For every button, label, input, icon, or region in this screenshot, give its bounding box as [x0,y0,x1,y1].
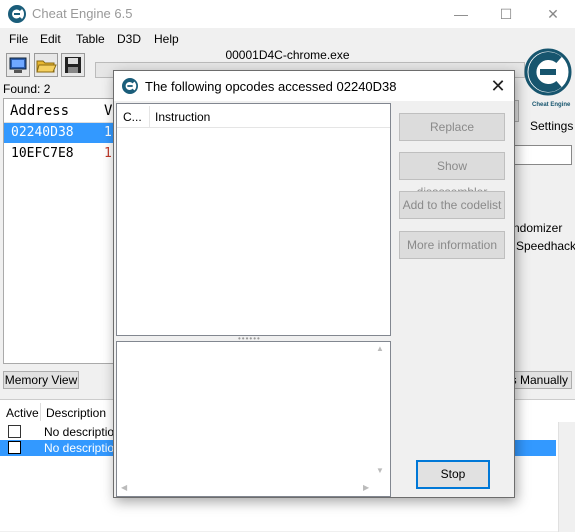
row-description: No description [44,425,121,439]
row-address: 02240D38 [11,125,74,140]
floppy-disk-icon [65,57,81,73]
menu-edit[interactable]: Edit [40,32,61,46]
instruction-info-memo[interactable]: ▲ ▼ ◀ ▶ [116,341,391,497]
active-checkbox[interactable] [8,425,21,438]
scan-value-input[interactable] [514,145,572,165]
table-row[interactable]: 10EFC7E8 1 [4,144,122,164]
show-disassembler-button[interactable]: Show disassembler [399,152,505,199]
splitter-handle[interactable]: •••••• [238,335,268,343]
instruction-column-header[interactable]: Instruction [155,110,210,124]
cheat-engine-big-logo-icon[interactable] [524,48,572,96]
select-process-button[interactable] [6,53,30,77]
vertical-scrollbar[interactable] [558,422,575,532]
menu-file[interactable]: File [9,32,28,46]
add-to-codelist-button[interactable]: Add to the codelist [399,191,505,219]
dialog-titlebar: The following opcodes accessed 02240D38 … [114,71,514,101]
active-checkbox[interactable] [8,441,21,454]
randomizer-label[interactable]: ndomizer [513,221,562,235]
minimize-button[interactable]: — [446,4,476,24]
count-column-header[interactable]: C... [123,110,142,124]
dialog-close-button[interactable]: ✕ [486,75,510,97]
process-name: 00001D4C-chrome.exe [225,48,350,62]
stop-button[interactable]: Stop [416,460,490,489]
scroll-down-icon[interactable]: ▼ [376,466,384,475]
column-divider [149,106,150,128]
main-titlebar: Cheat Engine 6.5 — ☐ ✕ [0,0,575,28]
found-address-list[interactable]: Address V 02240D38 1 10EFC7E8 1 [3,98,123,364]
opcode-list[interactable]: C... Instruction [116,103,391,336]
opcode-list-header: C... Instruction [117,104,390,128]
value-column-header[interactable]: V [104,103,112,119]
memory-view-button[interactable]: Memory View [3,371,79,389]
computer-icon [9,57,27,73]
replace-button[interactable]: Replace [399,113,505,141]
menu-help[interactable]: Help [154,32,179,46]
scroll-up-icon[interactable]: ▲ [376,344,384,353]
logo-text: Cheat Engine [532,102,571,108]
maximize-button[interactable]: ☐ [491,4,521,24]
close-button[interactable]: ✕ [538,4,568,24]
opcodes-accessed-dialog: The following opcodes accessed 02240D38 … [113,70,515,498]
more-information-button[interactable]: More information [399,231,505,259]
main-window-title: Cheat Engine 6.5 [32,6,133,21]
row-value: 1 [104,146,112,161]
menu-table[interactable]: Table [76,32,105,46]
found-count: Found: 2 [3,82,51,96]
row-value: 1 [104,125,112,140]
cheat-engine-main-window: Cheat Engine 6.5 — ☐ ✕ File Edit Table D… [0,0,575,532]
cheat-engine-logo-icon [122,78,138,94]
description-column-header[interactable]: Description [46,406,106,420]
speedhack-label[interactable]: Speedhack [516,239,575,253]
cheat-engine-logo-icon [8,5,26,23]
table-row[interactable]: 02240D38 1 [4,123,122,143]
scroll-left-icon[interactable]: ◀ [121,483,127,492]
address-column-header[interactable]: Address [10,103,69,119]
open-file-button[interactable] [34,53,58,77]
active-column-header[interactable]: Active [6,406,39,420]
row-address: 10EFC7E8 [11,146,74,161]
column-divider [40,403,41,421]
settings-label[interactable]: Settings [530,119,573,133]
scroll-right-icon[interactable]: ▶ [363,483,369,492]
folder-open-icon [36,60,57,73]
menu-d3d[interactable]: D3D [117,32,141,46]
row-description: No description [44,441,121,455]
save-button[interactable] [61,53,85,77]
address-list-header: Address V [4,99,122,123]
dialog-title: The following opcodes accessed 02240D38 [145,79,397,94]
